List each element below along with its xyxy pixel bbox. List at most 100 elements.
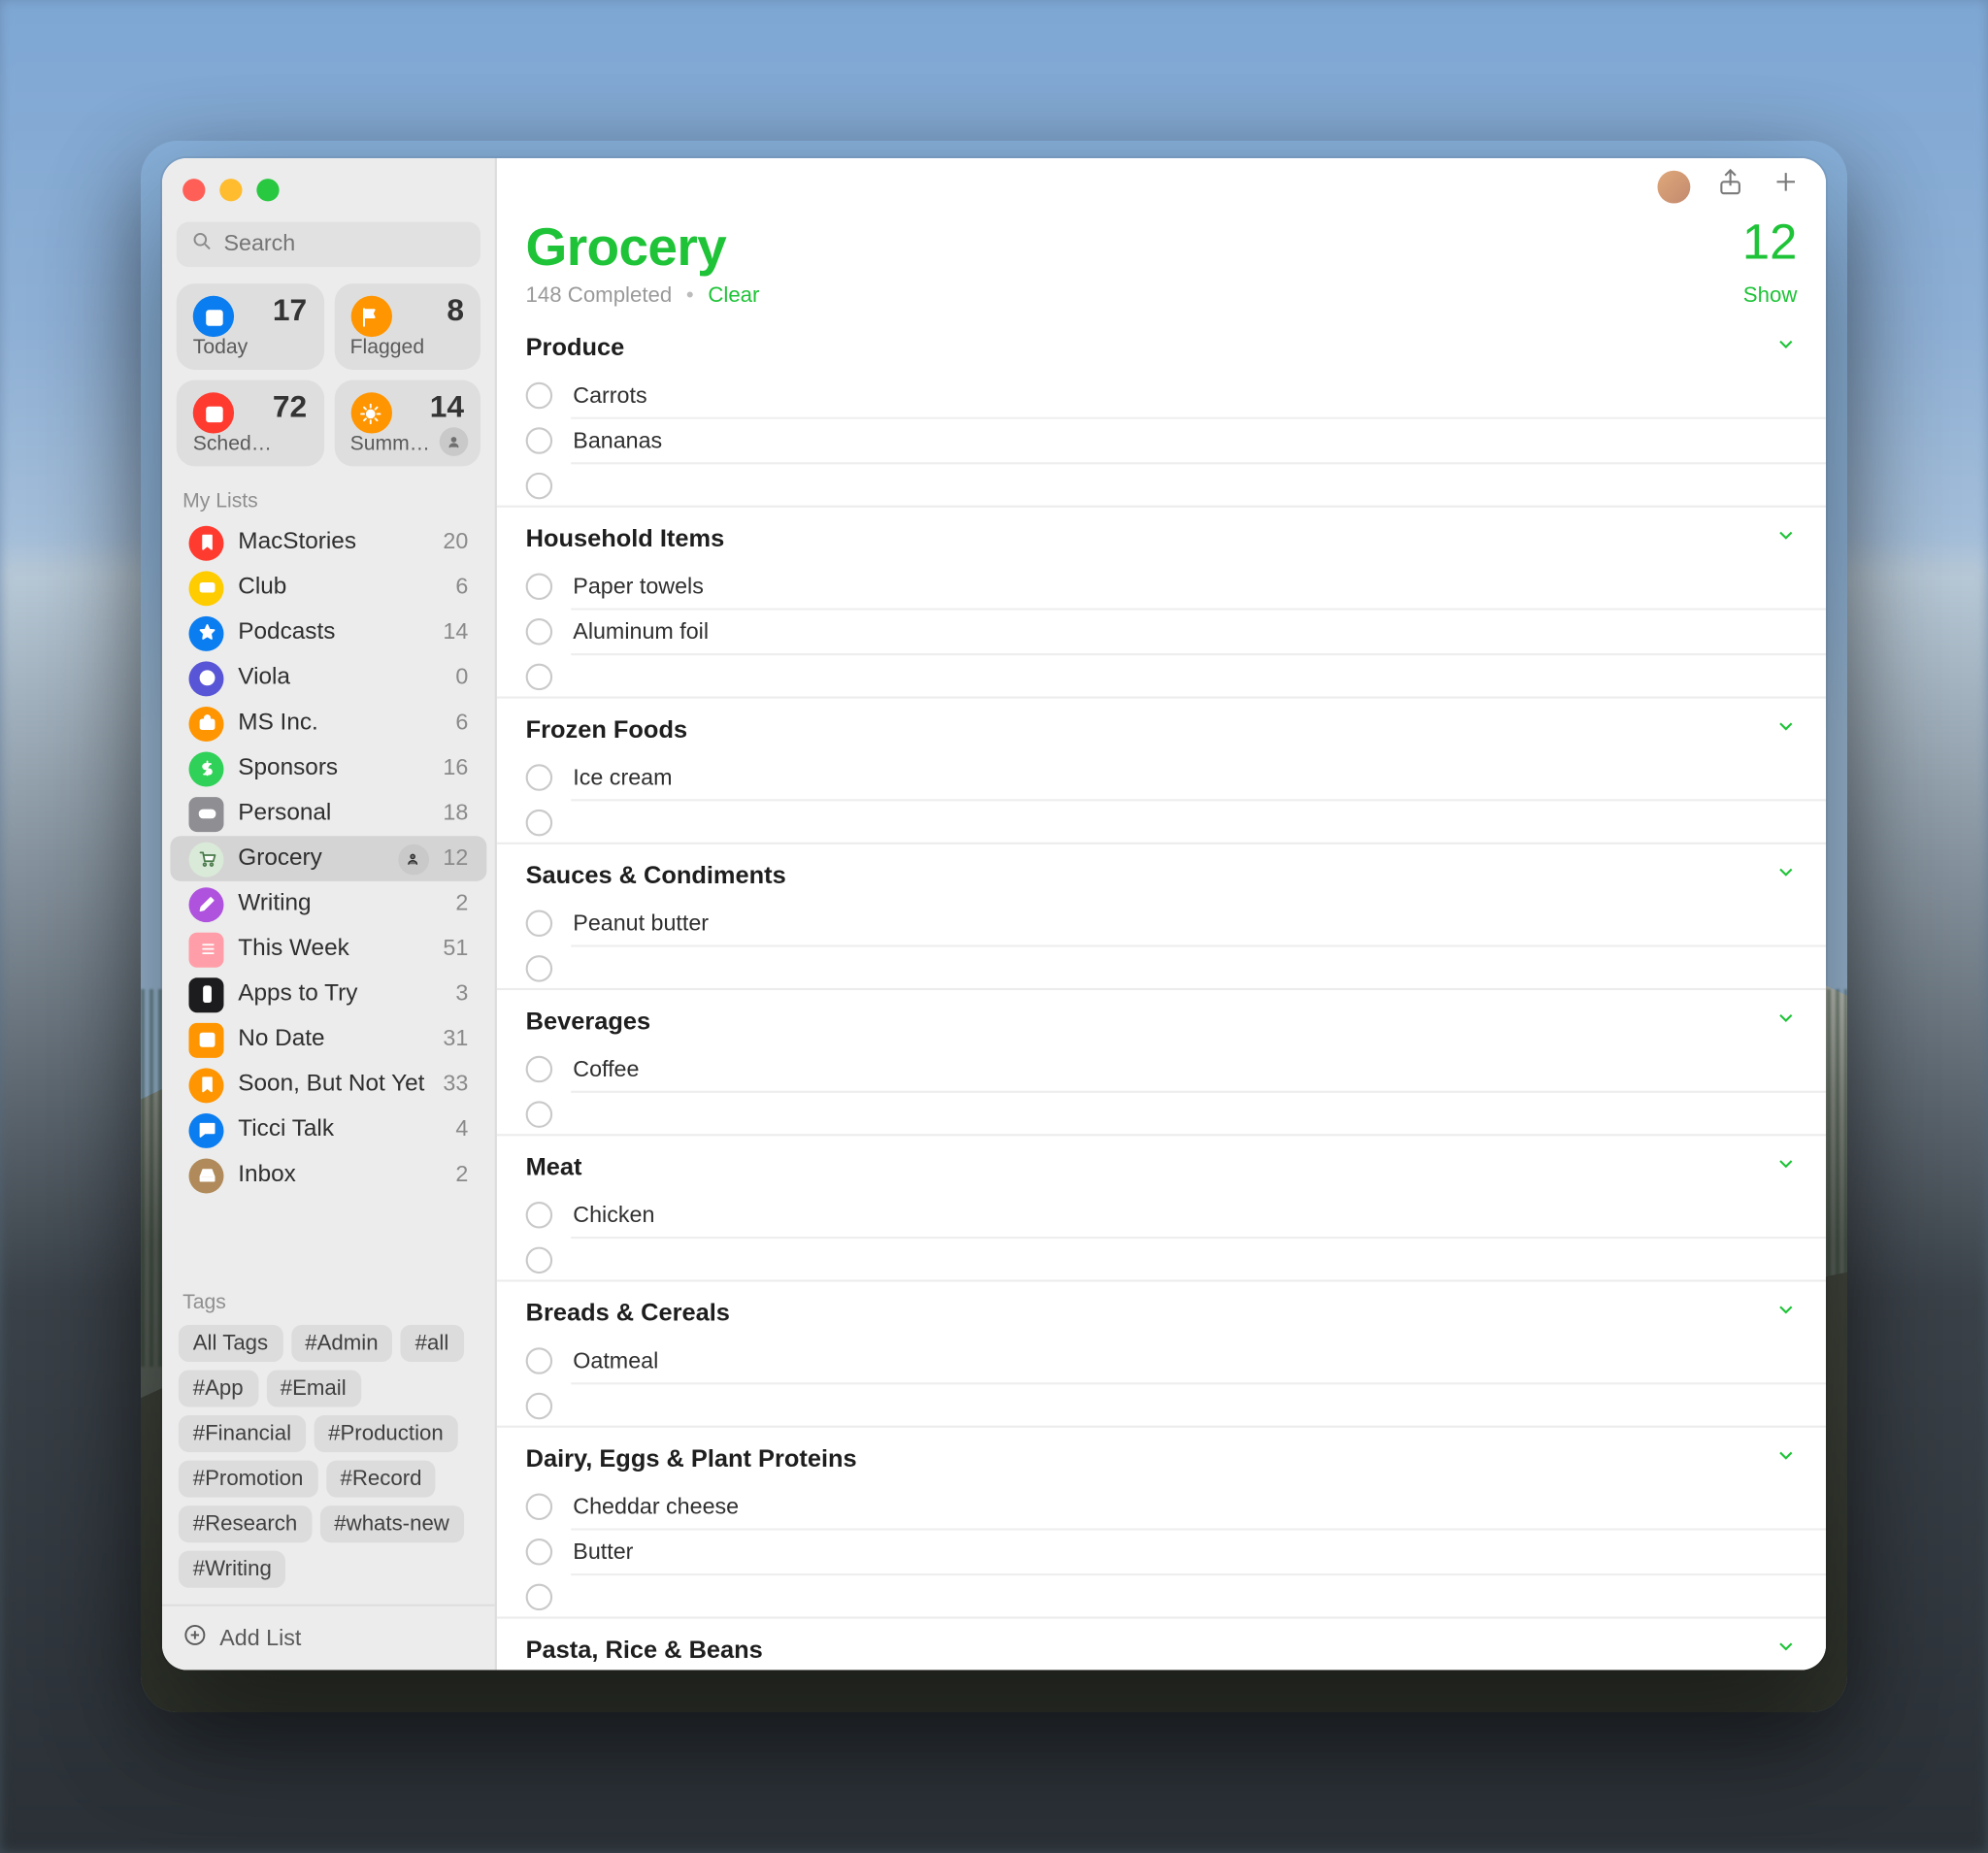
complete-toggle[interactable] xyxy=(526,1392,553,1419)
section-header[interactable]: Frozen Foods xyxy=(497,699,1826,756)
list-row-grocery[interactable]: Grocery12 xyxy=(170,836,486,881)
chevron-down-icon[interactable] xyxy=(1774,856,1797,893)
smart-card-scheduled[interactable]: 72Scheduled xyxy=(177,381,323,467)
reminder-row[interactable]: Bananas xyxy=(497,419,1826,462)
complete-toggle[interactable] xyxy=(526,662,553,689)
chevron-down-icon[interactable] xyxy=(1774,329,1797,366)
new-reminder-row[interactable]: . xyxy=(497,1384,1826,1425)
complete-toggle[interactable] xyxy=(526,954,553,981)
reminder-row[interactable]: Paper towels xyxy=(497,565,1826,608)
reminder-row[interactable]: Carrots xyxy=(497,374,1826,416)
tag-chip[interactable]: #whats-new xyxy=(319,1506,463,1542)
tag-chip[interactable]: #App xyxy=(179,1370,258,1406)
new-reminder-row[interactable]: . xyxy=(497,464,1826,505)
complete-toggle[interactable] xyxy=(526,618,553,645)
complete-toggle[interactable] xyxy=(526,573,553,600)
complete-toggle[interactable] xyxy=(526,1202,553,1229)
section: Frozen FoodsIce cream. xyxy=(497,696,1826,842)
tag-chip[interactable]: #all xyxy=(401,1325,463,1362)
reminder-row[interactable]: Butter xyxy=(497,1531,1826,1573)
complete-toggle[interactable] xyxy=(526,1347,553,1374)
complete-toggle[interactable] xyxy=(526,910,553,937)
tag-chip[interactable]: #Email xyxy=(266,1370,361,1406)
new-reminder-row[interactable]: . xyxy=(497,801,1826,842)
smart-card-flagged[interactable]: 8Flagged xyxy=(334,283,480,370)
chevron-down-icon[interactable] xyxy=(1774,1294,1797,1331)
complete-toggle[interactable] xyxy=(526,472,553,499)
list-row-ms-inc-[interactable]: MS Inc.6 xyxy=(170,701,486,746)
new-reminder-row[interactable]: . xyxy=(497,655,1826,696)
list-row-macstories[interactable]: MacStories20 xyxy=(170,519,486,565)
tag-chip[interactable]: #Writing xyxy=(179,1551,286,1588)
list-row-club[interactable]: Club6 xyxy=(170,565,486,611)
complete-toggle[interactable] xyxy=(526,1539,553,1566)
tag-chip[interactable]: #Financial xyxy=(179,1415,306,1452)
reminder-row[interactable]: Coffee xyxy=(497,1047,1826,1090)
complete-toggle[interactable] xyxy=(526,764,553,791)
zoom-window-button[interactable] xyxy=(256,179,279,201)
complete-toggle[interactable] xyxy=(526,382,553,410)
list-row-this-week[interactable]: This Week51 xyxy=(170,926,486,972)
reminder-row[interactable]: Peanut butter xyxy=(497,902,1826,944)
section-header[interactable]: Pasta, Rice & Beans xyxy=(497,1619,1826,1671)
section-header[interactable]: Produce xyxy=(497,316,1826,374)
chevron-down-icon[interactable] xyxy=(1774,1148,1797,1185)
complete-toggle[interactable] xyxy=(526,1245,553,1273)
tag-chip[interactable]: #Production xyxy=(314,1415,457,1452)
reminder-row[interactable]: Oatmeal xyxy=(497,1340,1826,1382)
complete-toggle[interactable] xyxy=(526,1582,553,1609)
list-row-podcasts[interactable]: Podcasts14 xyxy=(170,611,486,656)
list-row-no-date[interactable]: ?No Date31 xyxy=(170,1017,486,1063)
list-row-sponsors[interactable]: Sponsors16 xyxy=(170,745,486,791)
complete-toggle[interactable] xyxy=(526,1100,553,1127)
search-input[interactable] xyxy=(223,232,514,256)
clear-completed-link[interactable]: Clear xyxy=(708,283,759,308)
share-icon[interactable] xyxy=(1715,166,1746,207)
tag-chip[interactable]: #Promotion xyxy=(179,1461,317,1498)
reminder-row[interactable]: Aluminum foil xyxy=(497,611,1826,653)
list-count: 3 xyxy=(455,982,468,1007)
tag-chip[interactable]: #Research xyxy=(179,1506,312,1542)
minimize-window-button[interactable] xyxy=(219,179,242,201)
search-field[interactable] xyxy=(177,222,480,268)
new-reminder-row[interactable]: . xyxy=(497,1575,1826,1616)
section-header[interactable]: Meat xyxy=(497,1136,1826,1193)
chevron-down-icon[interactable] xyxy=(1774,711,1797,747)
complete-toggle[interactable] xyxy=(526,1493,553,1520)
new-reminder-row[interactable]: . xyxy=(497,1093,1826,1134)
show-completed-link[interactable]: Show xyxy=(1743,283,1798,308)
section-header[interactable]: Beverages xyxy=(497,990,1826,1047)
smart-card-summer-s-[interactable]: 14Summer S… xyxy=(334,381,480,467)
list-row-ticci-talk[interactable]: Ticci Talk4 xyxy=(170,1108,486,1153)
list-row-writing[interactable]: Writing2 xyxy=(170,881,486,927)
complete-toggle[interactable] xyxy=(526,427,553,454)
shared-avatar[interactable] xyxy=(1657,171,1690,204)
chevron-down-icon[interactable] xyxy=(1774,1631,1797,1668)
section-header[interactable]: Dairy, Eggs & Plant Proteins xyxy=(497,1428,1826,1485)
list-row-viola[interactable]: Viola0 xyxy=(170,655,486,701)
complete-toggle[interactable] xyxy=(526,809,553,836)
new-reminder-row[interactable]: . xyxy=(497,1239,1826,1279)
reminder-row[interactable]: Cheddar cheese xyxy=(497,1485,1826,1528)
list-row-personal[interactable]: Personal18 xyxy=(170,791,486,837)
close-window-button[interactable] xyxy=(182,179,205,201)
chevron-down-icon[interactable] xyxy=(1774,519,1797,556)
add-reminder-icon[interactable] xyxy=(1771,166,1802,207)
chevron-down-icon[interactable] xyxy=(1774,1439,1797,1476)
new-reminder-row[interactable]: . xyxy=(497,947,1826,988)
add-list-button[interactable]: Add List xyxy=(162,1605,495,1671)
section-header[interactable]: Household Items xyxy=(497,508,1826,565)
section-header[interactable]: Breads & Cereals xyxy=(497,1281,1826,1339)
list-row-inbox[interactable]: Inbox2 xyxy=(170,1152,486,1198)
reminder-row[interactable]: Ice cream xyxy=(497,756,1826,799)
list-row-soon-but-not-yet[interactable]: Soon, But Not Yet33 xyxy=(170,1062,486,1108)
smart-card-today[interactable]: 17Today xyxy=(177,283,323,370)
list-row-apps-to-try[interactable]: Apps to Try3 xyxy=(170,972,486,1017)
section-header[interactable]: Sauces & Condiments xyxy=(497,844,1826,902)
complete-toggle[interactable] xyxy=(526,1056,553,1083)
tag-chip[interactable]: #Record xyxy=(326,1461,437,1498)
reminder-row[interactable]: Chicken xyxy=(497,1193,1826,1236)
tag-chip[interactable]: #Admin xyxy=(290,1325,392,1362)
chevron-down-icon[interactable] xyxy=(1774,1003,1797,1040)
tag-chip[interactable]: All Tags xyxy=(179,1325,282,1362)
